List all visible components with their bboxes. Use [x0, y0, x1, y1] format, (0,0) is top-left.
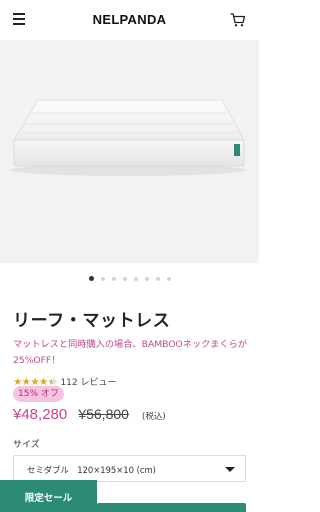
review-count[interactable]: 112 レビュー — [60, 375, 116, 388]
size-select[interactable]: セミダブル 120×195×10 (cm) — [13, 455, 246, 482]
promo-text: マットレスと同時購入の場合、BAMBOOネックまくらが25%OFF！ — [13, 339, 248, 366]
mattress-product-photo — [10, 99, 246, 176]
product-title: リーフ・マットレス — [13, 311, 171, 330]
limited-sale-label: 限定セール — [24, 493, 73, 504]
app-header: NELPANDA — [0, 0, 259, 40]
original-price: ¥56,800 — [78, 406, 129, 422]
carousel-dot[interactable] — [155, 277, 160, 281]
current-price: ¥48,280 — [13, 406, 68, 423]
carousel-dot[interactable] — [100, 277, 105, 281]
brand-logo[interactable]: NELPANDA — [0, 12, 259, 27]
limited-sale-button[interactable]: 限定セール — [0, 480, 97, 512]
carousel-dot[interactable] — [166, 277, 171, 281]
product-image-carousel[interactable] — [0, 40, 259, 263]
carousel-dot[interactable] — [111, 277, 116, 281]
carousel-dot[interactable] — [88, 276, 94, 281]
add-to-cart-button[interactable] — [97, 503, 246, 512]
tax-note: (税込) — [142, 412, 166, 422]
price-row: ¥48,280 ¥56,800 (税込) — [13, 404, 166, 426]
size-label: サイズ — [13, 440, 40, 450]
discount-badge: 15% オフ — [13, 386, 64, 402]
carousel-dot[interactable] — [122, 277, 127, 281]
shopping-cart-icon[interactable] — [230, 12, 246, 28]
chevron-down-icon — [225, 467, 235, 472]
carousel-pagination — [0, 276, 259, 284]
carousel-dot[interactable] — [144, 277, 149, 281]
size-selected-value: セミダブル 120×195×10 (cm) — [27, 465, 156, 475]
carousel-dot[interactable] — [133, 277, 138, 281]
